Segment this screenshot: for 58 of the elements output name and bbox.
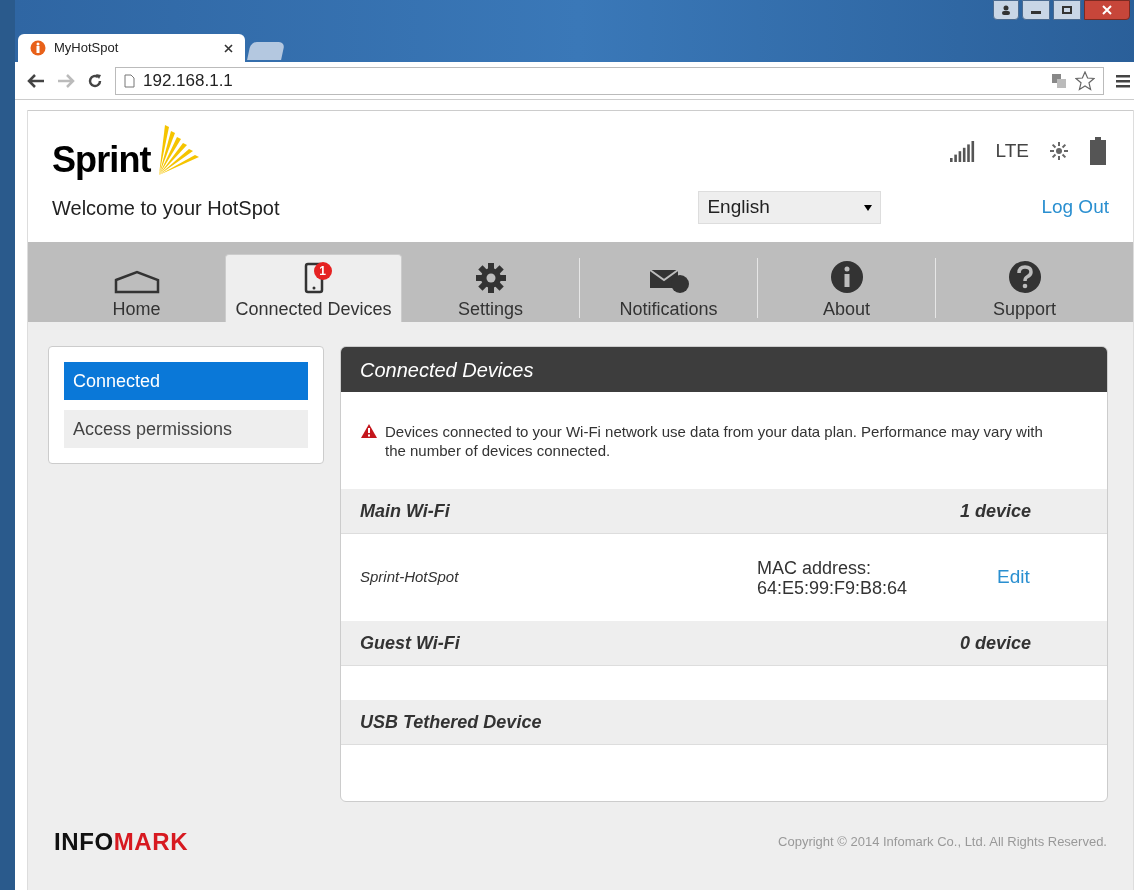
close-icon[interactable] xyxy=(224,43,233,53)
section-title: USB Tethered Device xyxy=(360,710,543,734)
user-icon xyxy=(1001,5,1011,15)
page-icon xyxy=(124,73,135,88)
sun-icon xyxy=(1049,141,1069,162)
close-icon xyxy=(1102,5,1112,15)
network-type: LTE xyxy=(995,139,1029,163)
sidebar-item[interactable]: Access permissions xyxy=(64,410,308,448)
back-icon[interactable] xyxy=(27,73,45,88)
nav-tab[interactable]: 1 Connected Devices xyxy=(225,254,402,322)
mac-address: 64:E5:99:F9:B8:64 xyxy=(757,577,909,598)
caret-icon xyxy=(864,204,873,211)
close-button[interactable] xyxy=(1084,0,1130,20)
house-icon xyxy=(112,270,161,294)
panel-header: Connected Devices xyxy=(341,347,1107,392)
logo-icon xyxy=(30,40,46,56)
maximize-icon xyxy=(1062,6,1072,14)
device-count: 1 device xyxy=(959,499,1031,523)
battery-icon xyxy=(1089,137,1107,166)
gear-icon xyxy=(474,262,507,294)
nav-tab[interactable]: Settings xyxy=(402,254,579,322)
nav-tab[interactable]: Home xyxy=(48,254,225,322)
copyright-text: Copyright © 2014 Infomark Co., Ltd. All Rights Reserved. xyxy=(778,833,1107,851)
sidebar-item[interactable]: Connected xyxy=(64,362,308,400)
device-name: Sprint-HotSpot xyxy=(360,567,460,588)
star-icon[interactable] xyxy=(1075,70,1095,91)
welcome-text: Welcome to your HotSpot xyxy=(52,195,280,221)
minimize-button[interactable] xyxy=(1022,0,1050,20)
nav-tab[interactable]: Support xyxy=(936,254,1113,322)
help-icon xyxy=(1007,260,1042,294)
address-bar[interactable]: 192.168.1.1 xyxy=(115,66,1104,95)
notification-badge: 1 xyxy=(313,262,332,280)
phone-icon xyxy=(303,262,324,294)
new-tab-button[interactable] xyxy=(247,42,285,60)
company-logo: INFOMARK xyxy=(54,827,189,857)
nav-tab[interactable]: About xyxy=(758,254,935,322)
warning-icon xyxy=(361,424,377,438)
reload-icon[interactable] xyxy=(87,72,103,89)
logout-link[interactable]: Log Out xyxy=(1041,193,1109,222)
nav-tab[interactable]: Notifications xyxy=(580,254,757,322)
url-text: 192.168.1.1 xyxy=(143,69,233,92)
maximize-button[interactable] xyxy=(1053,0,1081,20)
section-title: Guest Wi-Fi xyxy=(360,631,461,655)
browser-tab[interactable]: MyHotSpot xyxy=(18,34,245,62)
tab-title: MyHotSpot xyxy=(54,39,119,58)
profile-button[interactable] xyxy=(993,0,1019,20)
info-icon xyxy=(829,260,864,294)
signal-icon xyxy=(949,140,976,163)
menu-icon[interactable] xyxy=(1116,73,1130,88)
language-select[interactable]: English xyxy=(698,191,882,224)
device-count: 0 device xyxy=(959,631,1031,655)
edit-link[interactable]: Edit xyxy=(997,563,1030,592)
mac-label: MAC address: xyxy=(757,557,873,578)
translate-icon[interactable] xyxy=(1051,72,1067,89)
section-title: Main Wi-Fi xyxy=(360,499,451,523)
brand-logo-text: Sprint xyxy=(52,138,151,182)
minimize-icon xyxy=(1031,11,1041,14)
warning-text: Devices connected to your Wi-Fi network use data from your data plan. Performance may vary with the number of devices connected. xyxy=(385,422,1044,460)
